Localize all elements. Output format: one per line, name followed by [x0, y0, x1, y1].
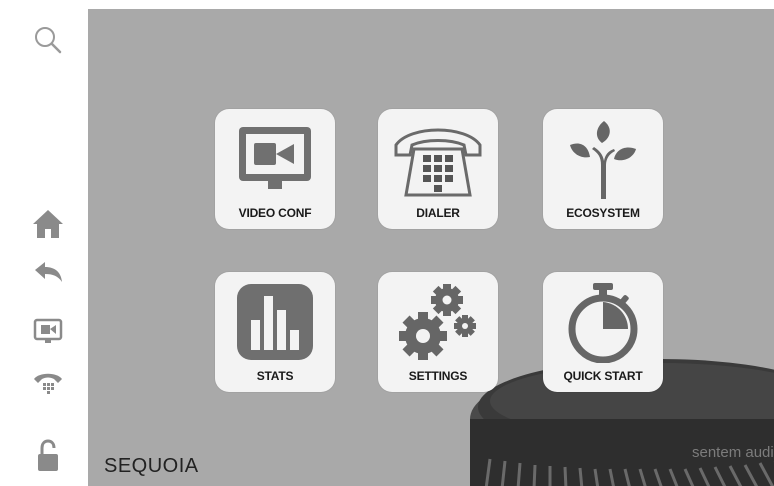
- plant-sprout-icon: [543, 115, 663, 203]
- tile-ecosystem[interactable]: ECOSYSTEM: [543, 109, 663, 229]
- tile-settings[interactable]: SETTINGS: [378, 272, 498, 392]
- tile-label: SETTINGS: [408, 369, 468, 383]
- phone-icon[interactable]: [24, 364, 72, 404]
- tile-label: DIALER: [416, 206, 460, 220]
- tile-label: QUICK START: [563, 369, 643, 383]
- gears-icon: [378, 278, 498, 366]
- brand-name: SEQUOIA: [104, 455, 199, 477]
- telephone-keypad-icon: [378, 115, 498, 203]
- tile-label: VIDEO CONF: [238, 206, 312, 220]
- main-panel: sentem audio VIDEO CONF DIALER ECOSYSTEM…: [88, 9, 774, 486]
- tile-dialer[interactable]: DIALER: [378, 109, 498, 229]
- search-icon[interactable]: [24, 20, 72, 60]
- tile-stats[interactable]: STATS: [215, 272, 335, 392]
- video-conf-icon[interactable]: [24, 312, 72, 352]
- tile-video-conf[interactable]: VIDEO CONF: [215, 109, 335, 229]
- tile-label: STATS: [256, 369, 294, 383]
- back-icon[interactable]: [24, 252, 72, 292]
- video-camera-monitor-icon: [215, 115, 335, 203]
- sidebar: [0, 0, 88, 486]
- tile-quick-start[interactable]: QUICK START: [543, 272, 663, 392]
- stopwatch-icon: [543, 278, 663, 366]
- bar-chart-icon: [215, 278, 335, 366]
- tile-label: ECOSYSTEM: [566, 206, 640, 220]
- lock-icon[interactable]: [24, 436, 72, 476]
- speaker-logo-text: sentem audio: [692, 444, 774, 461]
- home-icon[interactable]: [24, 204, 72, 244]
